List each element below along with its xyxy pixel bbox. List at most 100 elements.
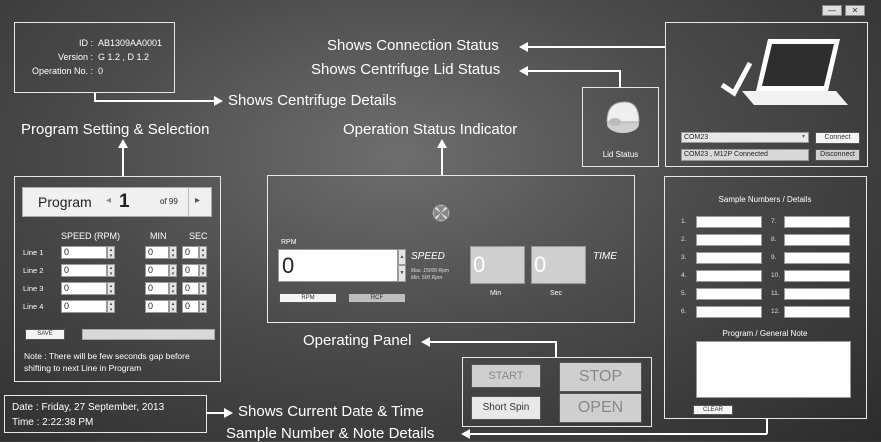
rpm-display: 0 [278,249,398,282]
program-of-label: of 99 [160,197,178,206]
min-spinner[interactable]: ▴ ▾ [169,282,177,295]
save-button[interactable]: SAVE [25,329,65,340]
program-selector: Program ◂ 1 of 99 ▸ [22,187,212,217]
connection-box: COM23 ▾ Connect COM23 , M12P Connected D… [665,22,868,167]
sample-number-label: 7. [771,218,777,225]
min-spinner[interactable]: ▴ ▾ [169,300,177,313]
program-prev-icon[interactable]: ◂ [106,195,111,206]
col-speed-header: SPEED (RPM) [61,231,121,241]
centrifuge-icon [601,98,641,136]
line-min-input[interactable]: 0 [145,264,169,277]
connect-button[interactable]: Connect [815,132,860,144]
speed-spinner[interactable]: ▴ ▾ [107,282,115,295]
sample-input[interactable] [784,306,850,318]
callout-sample-details: Sample Number & Note Details [226,425,435,442]
version-label: Version : [57,52,93,62]
sample-input[interactable] [784,288,850,300]
open-button[interactable]: OPEN [559,393,642,423]
min-display: 0 [470,246,525,284]
sample-number-label: 9. [771,254,777,261]
sample-number-label: 12. [771,308,781,315]
com-port-select[interactable]: COM23 ▾ [681,132,809,143]
stop-button[interactable]: STOP [559,362,642,392]
note-title: Program / General Note [722,329,808,338]
sec-caption: Sec [550,290,563,297]
sample-input[interactable] [696,216,762,228]
id-label: ID : [78,38,93,48]
sample-input[interactable] [696,252,762,264]
sample-input[interactable] [696,306,762,318]
callout-lid-status: Shows Centrifuge Lid Status [311,61,501,78]
rpm-spin-down[interactable]: ▼ [398,265,406,282]
device-details-box: ID : AB1309AA0001 Version : G 1.2 , D 1.… [14,22,175,93]
version-value: G 1.2 , D 1.2 [98,52,150,62]
program-setting-box: Program ◂ 1 of 99 ▸ SPEED (RPM) MIN SEC … [14,176,221,382]
line-min-input[interactable]: 0 [145,246,169,259]
disconnect-button[interactable]: Disconnect [815,149,860,161]
sample-input[interactable] [784,252,850,264]
max-speed-label: Max. 15000 Rpm [411,268,450,274]
line-speed-input[interactable]: 0 [61,300,107,313]
close-button[interactable]: ✕ [845,5,865,16]
line-speed-input[interactable]: 0 [61,246,107,259]
sec-spinner[interactable]: ▴ ▾ [199,246,207,259]
operation-no-value: 0 [98,66,104,76]
rpm-mode-button[interactable]: RPM [279,293,337,303]
sec-spinner[interactable]: ▴ ▾ [199,264,207,277]
min-spinner[interactable]: ▴ ▾ [169,246,177,259]
sample-number-label: 8. [771,236,777,243]
sample-input[interactable] [784,216,850,228]
min-spinner[interactable]: ▴ ▾ [169,264,177,277]
program-line-label: Line 1 [23,248,44,257]
short-spin-button[interactable]: Short Spin [471,396,541,420]
save-progress-bar [82,329,215,340]
sample-number-label: 6. [681,308,687,315]
sample-number-label: 1. [681,218,687,225]
sample-input[interactable] [784,234,850,246]
start-button[interactable]: START [471,364,541,388]
program-next-icon[interactable]: ▸ [195,195,200,206]
general-note-textarea[interactable] [696,341,851,398]
col-sec-header: SEC [189,231,208,241]
callout-program-setting: Program Setting & Selection [21,121,210,138]
connection-status-field: COM23 , M12P Connected [681,149,809,161]
speed-spinner[interactable]: ▴ ▾ [107,300,115,313]
line-speed-input[interactable]: 0 [61,282,107,295]
line-min-input[interactable]: 0 [145,300,169,313]
program-line-label: Line 2 [23,266,44,275]
line-sec-input[interactable]: 0 [182,300,199,313]
line-sec-input[interactable]: 0 [182,264,199,277]
sample-input[interactable] [696,288,762,300]
date-label: Date : Friday, 27 September, 2013 [12,402,165,413]
callout-centrifuge-details: Shows Centrifuge Details [228,92,397,109]
sample-input[interactable] [784,270,850,282]
rpm-label: RPM [281,239,297,246]
sample-title: Sample Numbers / Details [718,195,812,204]
sec-display: 0 [531,246,586,284]
laptop-icon [716,33,856,117]
line-min-input[interactable]: 0 [145,282,169,295]
speed-spinner[interactable]: ▴ ▾ [107,246,115,259]
lid-status-label: Lid Status [602,150,639,159]
sample-input[interactable] [696,270,762,282]
time-label: TIME [593,251,617,262]
operation-no-label: Operation No. : [31,66,93,76]
clear-button[interactable]: CLEAR [693,405,733,415]
operating-panel-box: START STOP Short Spin OPEN [462,357,652,427]
rcf-mode-button[interactable]: RCF [348,293,406,303]
callout-operation-status: Operation Status Indicator [343,121,518,138]
datetime-box: Date : Friday, 27 September, 2013 Time :… [4,395,207,433]
speed-spinner[interactable]: ▴ ▾ [107,264,115,277]
minimize-button[interactable]: — [822,5,842,16]
line-sec-input[interactable]: 0 [182,246,199,259]
col-min-header: MIN [150,231,167,241]
line-sec-input[interactable]: 0 [182,282,199,295]
program-line-label: Line 4 [23,302,44,311]
sec-spinner[interactable]: ▴ ▾ [199,300,207,313]
line-speed-input[interactable]: 0 [61,264,107,277]
sec-spinner[interactable]: ▴ ▾ [199,282,207,295]
com-port-value: COM23 [684,134,709,141]
sample-input[interactable] [696,234,762,246]
sample-number-label: 4. [681,272,687,279]
rpm-spin-up[interactable]: ▲ [398,249,406,265]
